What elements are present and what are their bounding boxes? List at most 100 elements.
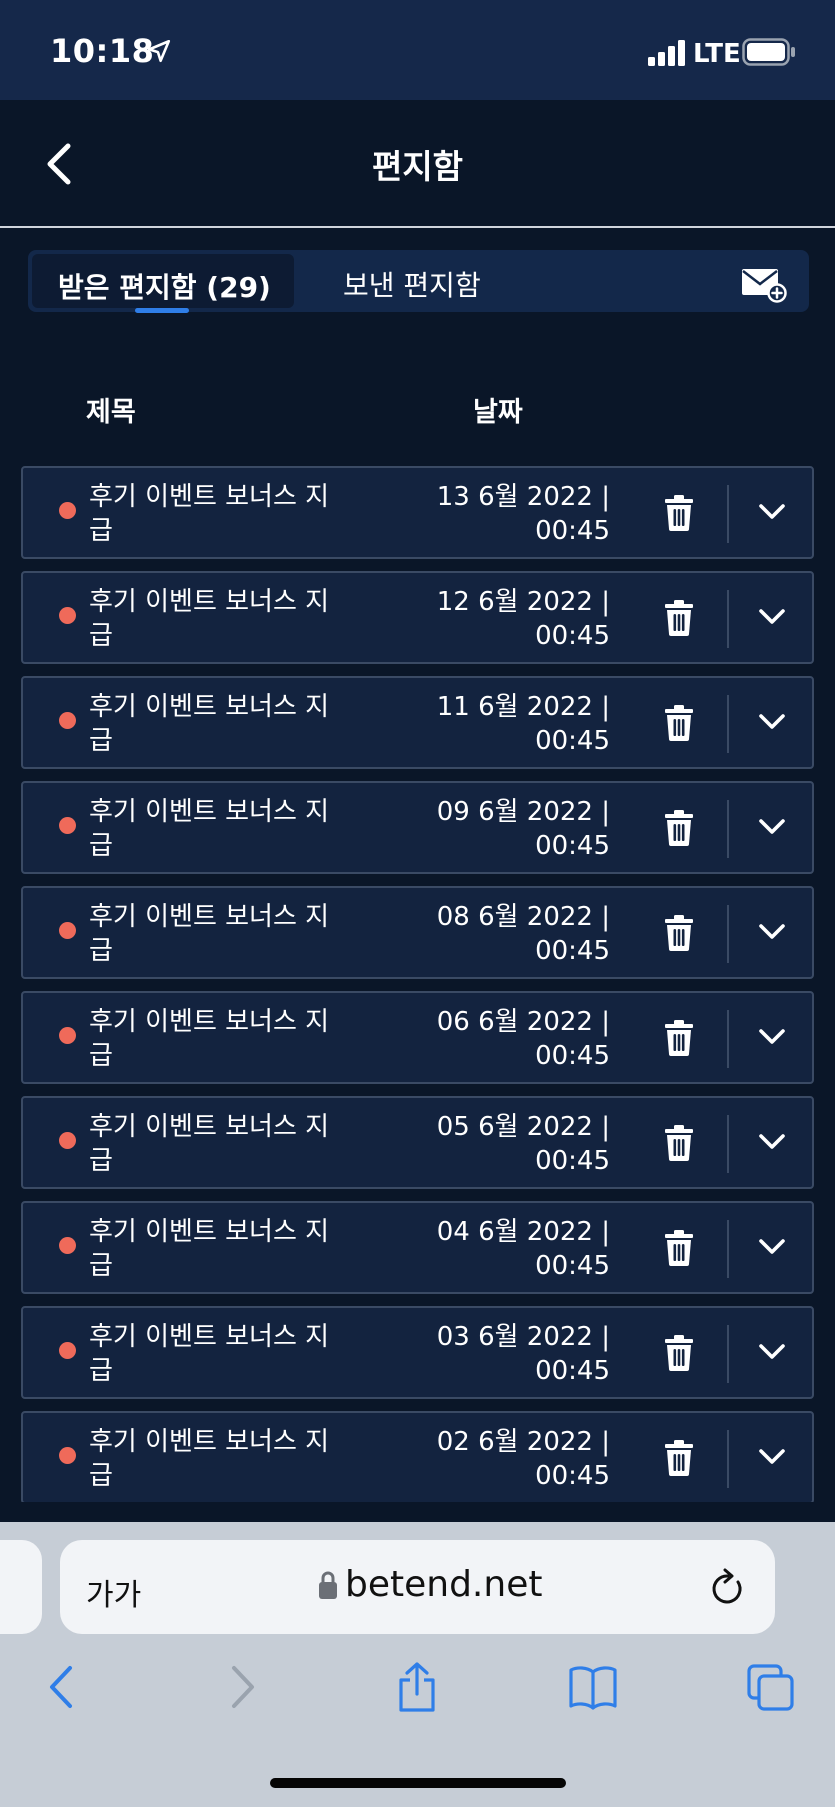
- chevron-down-icon[interactable]: [757, 1027, 787, 1047]
- browser-forward-icon[interactable]: [218, 1662, 266, 1712]
- browser-back-icon[interactable]: [38, 1662, 86, 1712]
- tab-inbox-label: 받은 편지함 (29): [58, 271, 271, 304]
- trash-icon[interactable]: [664, 495, 694, 531]
- message-row[interactable]: 후기 이벤트 보너스 지급 13 6월 2022 | 00:45: [21, 466, 814, 559]
- column-header-date: 날짜: [473, 397, 523, 428]
- chevron-down-icon[interactable]: [757, 607, 787, 627]
- unread-dot-icon: [59, 502, 76, 519]
- row-divider: [727, 1220, 729, 1278]
- message-date: 05 6월 2022 | 00:45: [380, 1110, 610, 1178]
- trash-icon[interactable]: [664, 600, 694, 636]
- message-subject: 후기 이벤트 보너스 지급: [89, 1007, 330, 1071]
- message-date-time: 00:45: [535, 621, 610, 651]
- trash-icon[interactable]: [664, 1125, 694, 1161]
- share-icon[interactable]: [393, 1662, 441, 1712]
- trash-icon[interactable]: [664, 1020, 694, 1056]
- message-subject: 후기 이벤트 보너스 지급: [89, 587, 330, 651]
- trash-icon[interactable]: [664, 1335, 694, 1371]
- row-divider: [727, 590, 729, 648]
- message-date: 06 6월 2022 | 00:45: [380, 1005, 610, 1073]
- message-subject: 후기 이벤트 보너스 지급: [89, 1112, 330, 1176]
- unread-dot-icon: [59, 922, 76, 939]
- message-subject: 후기 이벤트 보너스 지급: [89, 1217, 330, 1281]
- chevron-down-icon[interactable]: [757, 1237, 787, 1257]
- message-date-day: 06 6월 2022 |: [436, 1007, 610, 1037]
- home-indicator: [270, 1778, 566, 1788]
- previous-tab-preview[interactable]: [0, 1540, 42, 1634]
- active-tab-indicator: [135, 308, 189, 313]
- chevron-down-icon[interactable]: [757, 1132, 787, 1152]
- message-row[interactable]: 후기 이벤트 보너스 지급 03 6월 2022 | 00:45: [21, 1306, 814, 1399]
- message-date-day: 13 6월 2022 |: [436, 482, 610, 512]
- compose-mail-icon[interactable]: [740, 265, 788, 303]
- message-date-time: 00:45: [535, 1146, 610, 1176]
- message-date-time: 00:45: [535, 1356, 610, 1386]
- row-divider: [727, 1325, 729, 1383]
- chevron-down-icon[interactable]: [757, 817, 787, 837]
- row-divider: [727, 1010, 729, 1068]
- bookmarks-icon[interactable]: [569, 1662, 617, 1712]
- message-row[interactable]: 후기 이벤트 보너스 지급 02 6월 2022 | 00:45: [21, 1411, 814, 1502]
- message-date-time: 00:45: [535, 1251, 610, 1281]
- page-header: 편지함: [0, 100, 835, 228]
- message-row[interactable]: 후기 이벤트 보너스 지급 09 6월 2022 | 00:45: [21, 781, 814, 874]
- row-divider: [727, 695, 729, 753]
- text-size-button[interactable]: 가가: [86, 1570, 141, 1614]
- message-date-time: 00:45: [535, 516, 610, 546]
- chevron-down-icon[interactable]: [757, 1447, 787, 1467]
- message-subject: 후기 이벤트 보너스 지급: [89, 692, 330, 756]
- status-bar: 10:18 LTE: [0, 0, 835, 100]
- row-divider: [727, 800, 729, 858]
- chevron-down-icon[interactable]: [757, 712, 787, 732]
- message-date-time: 00:45: [535, 1041, 610, 1071]
- message-date-time: 00:45: [535, 1461, 610, 1491]
- row-divider: [727, 485, 729, 543]
- status-time: 10:18: [50, 32, 155, 70]
- message-date-day: 09 6월 2022 |: [436, 797, 610, 827]
- tab-sent[interactable]: 보낸 편지함: [343, 264, 481, 304]
- message-subject: 후기 이벤트 보너스 지급: [89, 482, 330, 546]
- trash-icon[interactable]: [664, 705, 694, 741]
- trash-icon[interactable]: [664, 810, 694, 846]
- message-subject: 후기 이벤트 보너스 지급: [89, 902, 330, 966]
- unread-dot-icon: [59, 1447, 76, 1464]
- unread-dot-icon: [59, 817, 76, 834]
- message-date: 03 6월 2022 | 00:45: [380, 1320, 610, 1388]
- message-list: 후기 이벤트 보너스 지급 13 6월 2022 | 00:45 후기 이벤트 보…: [21, 466, 814, 1502]
- tabs-icon[interactable]: [747, 1662, 795, 1712]
- trash-icon[interactable]: [664, 915, 694, 951]
- message-date-day: 02 6월 2022 |: [436, 1427, 610, 1457]
- unread-dot-icon: [59, 1237, 76, 1254]
- message-date: 02 6월 2022 | 00:45: [380, 1425, 610, 1493]
- mailbox-tabs: 받은 편지함 (29) 보낸 편지함: [28, 250, 809, 313]
- chevron-down-icon[interactable]: [757, 1342, 787, 1362]
- battery-icon: [742, 38, 795, 66]
- message-row[interactable]: 후기 이벤트 보너스 지급 04 6월 2022 | 00:45: [21, 1201, 814, 1294]
- message-date-time: 00:45: [535, 726, 610, 756]
- message-row[interactable]: 후기 이벤트 보너스 지급 08 6월 2022 | 00:45: [21, 886, 814, 979]
- reload-icon[interactable]: [710, 1568, 746, 1606]
- unread-dot-icon: [59, 712, 76, 729]
- message-date-day: 12 6월 2022 |: [436, 587, 610, 617]
- location-arrow-icon: [147, 39, 171, 63]
- message-row[interactable]: 후기 이벤트 보너스 지급 12 6월 2022 | 00:45: [21, 571, 814, 664]
- url-text: betend.net: [345, 1564, 543, 1605]
- message-date-day: 05 6월 2022 |: [436, 1112, 610, 1142]
- trash-icon[interactable]: [664, 1440, 694, 1476]
- page-title: 편지함: [371, 147, 464, 186]
- unread-dot-icon: [59, 1342, 76, 1359]
- signal-bars-icon: [648, 40, 685, 66]
- column-header-subject: 제목: [86, 397, 136, 428]
- trash-icon[interactable]: [664, 1230, 694, 1266]
- chevron-down-icon[interactable]: [757, 502, 787, 522]
- message-row[interactable]: 후기 이벤트 보너스 지급 11 6월 2022 | 00:45: [21, 676, 814, 769]
- message-row[interactable]: 후기 이벤트 보너스 지급 05 6월 2022 | 00:45: [21, 1096, 814, 1189]
- unread-dot-icon: [59, 607, 76, 624]
- address-bar[interactable]: 가가 betend.net: [60, 1540, 775, 1634]
- message-row[interactable]: 후기 이벤트 보너스 지급 06 6월 2022 | 00:45: [21, 991, 814, 1084]
- row-divider: [727, 1115, 729, 1173]
- chevron-down-icon[interactable]: [757, 922, 787, 942]
- row-divider: [727, 905, 729, 963]
- tab-inbox[interactable]: 받은 편지함 (29): [32, 254, 294, 313]
- message-date-day: 08 6월 2022 |: [436, 902, 610, 932]
